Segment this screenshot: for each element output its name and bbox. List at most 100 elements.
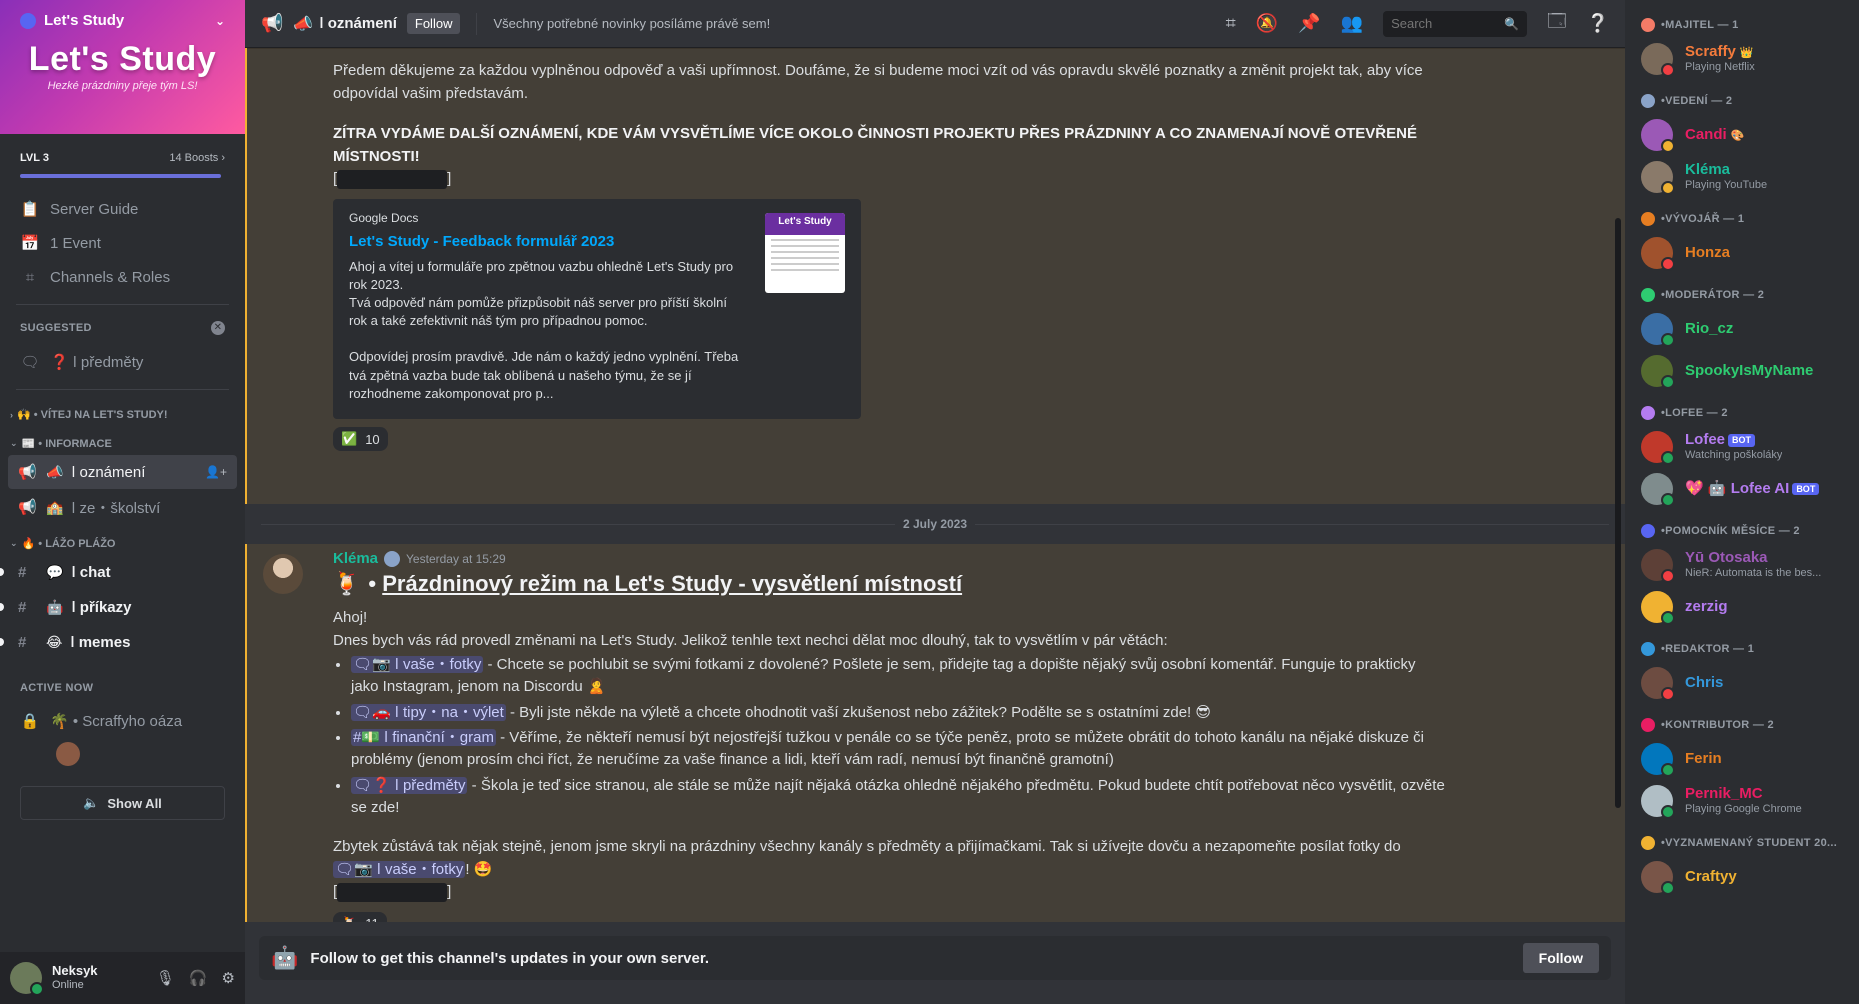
- search-input[interactable]: [1391, 16, 1502, 31]
- member-activity: Playing Netflix: [1685, 61, 1755, 74]
- message-bold-text: ZÍTRA VYDÁME DALŠÍ OZNÁMENÍ, KDE VÁM VYS…: [333, 125, 1417, 165]
- channel-label: ǀ příkazy: [71, 598, 132, 616]
- channel-mention[interactable]: #💵 ǀ finanční・gram: [351, 729, 496, 747]
- role-icon: [1641, 406, 1655, 420]
- member-item[interactable]: zerzig: [1633, 586, 1851, 628]
- show-all-button[interactable]: 🔈 Show All: [20, 786, 225, 820]
- message-author[interactable]: Kléma: [333, 550, 378, 567]
- author-avatar[interactable]: [263, 554, 303, 594]
- gear-icon[interactable]: ⚙: [222, 969, 235, 987]
- member-list-icon[interactable]: 👥: [1341, 13, 1363, 34]
- announcement-icon: 📢: [18, 464, 37, 481]
- message-text: Předem děkujeme za každou vyplněnou odpo…: [333, 62, 1423, 102]
- hash-icon: #: [18, 563, 27, 581]
- member-item[interactable]: Yū Otosaka NieR: Automata is the bes...: [1633, 544, 1851, 586]
- member-item[interactable]: Candi 🎨: [1633, 114, 1851, 156]
- channel-emoji: 🤖: [46, 598, 64, 615]
- role-icon: [1641, 718, 1655, 732]
- voice-channel[interactable]: 🔒 🌴 • Scraffyho oáza: [8, 704, 237, 738]
- forum-icon: 🗨: [20, 354, 40, 371]
- server-banner[interactable]: Let's Study ⌄ Let's Study Hezké prázdnin…: [0, 0, 245, 134]
- reaction[interactable]: ✅ 10: [333, 427, 388, 451]
- sidebar-item-calendar[interactable]: 📅 1 Event: [8, 226, 237, 260]
- member-item[interactable]: Pernik_MC Playing Google Chrome: [1633, 780, 1851, 822]
- channel-category[interactable]: › 🙌 • VÍTEJ NA LET'S STUDY!: [0, 396, 245, 425]
- member-item[interactable]: SpookyIsMyName: [1633, 350, 1851, 392]
- inbox-icon[interactable]: 🗔: [1547, 9, 1567, 39]
- channel-item[interactable]: # 🤖 ǀ příkazy: [0, 590, 237, 624]
- user-avatar[interactable]: [10, 962, 44, 996]
- channel-item[interactable]: # 💬 ǀ chat: [0, 555, 237, 589]
- chevron-down-icon[interactable]: ⌄: [215, 14, 225, 28]
- server-level: LVL 3: [20, 152, 49, 164]
- member-name: Craftyy: [1685, 868, 1737, 885]
- member-item[interactable]: Scraffy 👑 Playing Netflix: [1633, 38, 1851, 80]
- member-name: Candi 🎨: [1685, 126, 1745, 143]
- channel-item[interactable]: # 😂 ǀ memes: [0, 625, 237, 659]
- help-icon[interactable]: ❔: [1587, 13, 1609, 34]
- mute-bell-icon[interactable]: 🔕: [1256, 13, 1278, 34]
- member-item[interactable]: Ferin: [1633, 738, 1851, 780]
- member-activity: NieR: Automata is the bes...: [1685, 567, 1822, 580]
- member-item[interactable]: Honza: [1633, 232, 1851, 274]
- channel-item[interactable]: 📢 📣 ǀ oznámení 👤+: [8, 455, 237, 489]
- channel-emoji: 😂: [46, 633, 63, 650]
- member-name: Honza: [1685, 244, 1730, 261]
- sidebar-item-channels-roles[interactable]: ⌗ Channels & Roles: [8, 260, 237, 294]
- member-item[interactable]: Rio_cz: [1633, 308, 1851, 350]
- avatar: [1641, 743, 1675, 777]
- role-heading: • MODERÁTOR — 2: [1633, 274, 1851, 308]
- boost-count[interactable]: 14 Boosts ›: [169, 152, 225, 164]
- member-name: Pernik_MC: [1685, 785, 1763, 803]
- follow-button[interactable]: Follow: [406, 13, 461, 34]
- member-item[interactable]: Kléma Playing YouTube: [1633, 156, 1851, 198]
- channel-mention[interactable]: 🗨🚗 ǀ tipy・na・výlet: [351, 703, 506, 721]
- role-heading: • VEDENÍ — 2: [1633, 80, 1851, 114]
- role-heading: • POMOCNÍK MĚSÍCE — 2: [1633, 510, 1851, 544]
- channel-mention[interactable]: 🗨📷 ǀ vaše・fotky: [351, 656, 484, 673]
- banner-subtitle: Hezké prázdniny přeje tým LS!: [47, 80, 198, 92]
- search-icon: 🔍: [1504, 16, 1520, 31]
- channel-item[interactable]: 📢 🏫 ǀ ze・školství: [8, 490, 237, 524]
- channel-mention[interactable]: 🗨❓ ǀ předměty: [351, 776, 468, 794]
- headphones-icon[interactable]: 🎧: [189, 969, 208, 987]
- scrollbar[interactable]: [1615, 218, 1621, 808]
- divider: [16, 389, 229, 390]
- heading-text: Prázdninový režim na Let's Study - vysvě…: [382, 571, 963, 596]
- member-item[interactable]: Chris: [1633, 662, 1851, 704]
- calendar-icon: 📅: [20, 235, 40, 252]
- follow-channel-button[interactable]: Follow: [1522, 943, 1599, 973]
- check-emoji: ✅: [341, 431, 358, 446]
- avatar: [1641, 591, 1675, 625]
- avatar: [1641, 861, 1675, 895]
- boost-progress[interactable]: LVL 3 14 Boosts ›: [0, 134, 245, 188]
- spoiler[interactable]: [337, 169, 448, 189]
- microphone-icon[interactable]: 🎙: [156, 969, 175, 987]
- search-box[interactable]: 🔍: [1383, 10, 1528, 37]
- sidebar-shortcuts: 📋 Server Guide 📅 1 Event ⌗ Channels & Roles: [0, 188, 245, 298]
- server-header[interactable]: Let's Study ⌄: [20, 12, 225, 29]
- cocktail-emoji: 🍹: [333, 571, 361, 596]
- invite-icon[interactable]: 👤+: [205, 465, 227, 479]
- channel-category[interactable]: ⌄ 📰 • INFORMACE: [0, 425, 245, 454]
- avatar[interactable]: [56, 742, 80, 766]
- suggested-channel[interactable]: 🗨 ❓ ǀ předměty: [8, 345, 237, 379]
- channel-topic[interactable]: Všechny potřebné novinky posíláme právě …: [493, 16, 770, 31]
- sidebar-item-guide[interactable]: 📋 Server Guide: [8, 192, 237, 226]
- follow-text: Follow to get this channel's updates in …: [310, 949, 710, 967]
- role-icon: [1641, 18, 1655, 32]
- avatar: [1641, 43, 1675, 77]
- channel-category[interactable]: ⌄ 🔥 • LÁŽO PLÁŽO: [0, 525, 245, 554]
- member-item[interactable]: Craftyy: [1633, 856, 1851, 898]
- embed-thumbnail[interactable]: Let's Study: [765, 212, 845, 293]
- pin-icon[interactable]: 📌: [1298, 13, 1320, 34]
- channel-mention[interactable]: 🗨📷 ǀ vaše・fotky: [333, 860, 466, 878]
- member-item[interactable]: Lofee BOT Watching poškoláky: [1633, 426, 1851, 468]
- member-item[interactable]: 💖 🤖 Lofee AI BOT: [1633, 468, 1851, 510]
- member-name: Ferin: [1685, 750, 1722, 767]
- role-heading: • VÝVOJÁŘ — 1: [1633, 198, 1851, 232]
- close-icon[interactable]: ✕: [211, 321, 225, 335]
- spoiler[interactable]: [337, 882, 448, 902]
- threads-icon[interactable]: ⌗: [1226, 13, 1236, 34]
- member-name: Lofee BOT: [1685, 431, 1782, 449]
